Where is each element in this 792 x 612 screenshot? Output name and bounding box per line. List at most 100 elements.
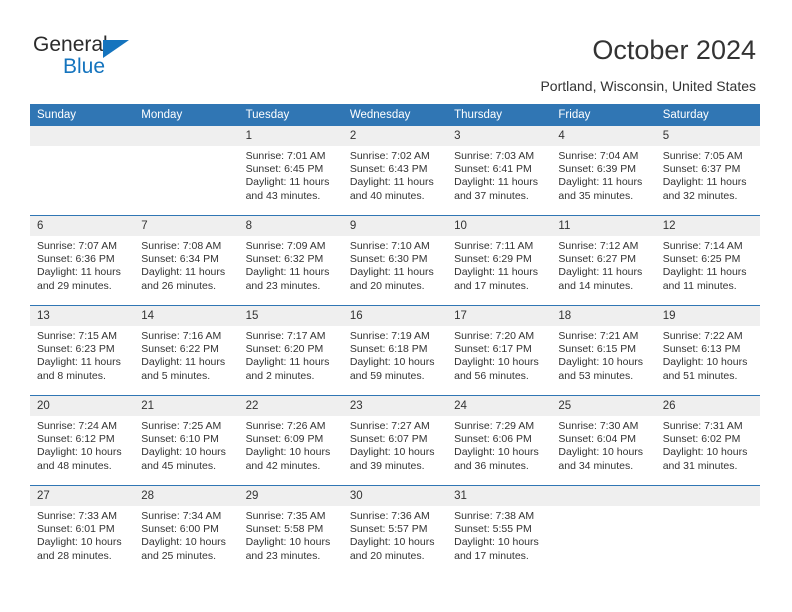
calendar-day-cell[interactable]: 19 Sunrise: 7:22 AM Sunset: 6:13 PM Dayligh… (655, 305, 760, 396)
daylight-duration-line1: Daylight: 10 hours (245, 536, 331, 549)
daylight-duration-line2: and 40 minutes. (349, 189, 425, 202)
calendar-day-cell[interactable]: 15 Sunrise: 7:17 AM Sunset: 6:20 PM Dayligh… (238, 305, 343, 396)
calendar-day-cell[interactable]: 13 Sunrise: 7:15 AM Sunset: 6:23 PM Dayligh… (30, 305, 135, 396)
calendar-day-cell[interactable]: 18 Sunrise: 7:21 AM Sunset: 6:15 PM Dayligh… (551, 305, 656, 396)
day-details: Sunrise: 7:19 AM Sunset: 6:18 PM Daylight:… (343, 326, 447, 383)
calendar-day-cell-empty (655, 485, 760, 575)
day-number: 13 (30, 306, 135, 326)
sunset-time: Sunset: 6:18 PM (349, 343, 428, 356)
calendar-day-cell[interactable]: 7 Sunrise: 7:08 AM Sunset: 6:34 PM Daylight… (134, 215, 239, 306)
sunrise-time: Sunrise: 7:14 AM (662, 240, 743, 252)
calendar-day-cell[interactable]: 16 Sunrise: 7:19 AM Sunset: 6:18 PM Dayligh… (342, 305, 448, 396)
daylight-duration-line1: Daylight: 11 hours (558, 176, 643, 189)
calendar-day-cell[interactable]: 5 Sunrise: 7:05 AM Sunset: 6:37 PM Daylight… (655, 126, 760, 216)
calendar-day-cell[interactable]: 3 Sunrise: 7:03 AM Sunset: 6:41 PM Daylight… (447, 126, 552, 216)
daylight-duration-line2: and 28 minutes. (37, 549, 112, 562)
calendar-day-cell[interactable]: 31 Sunrise: 7:38 AM Sunset: 5:55 PM Dayligh… (447, 485, 552, 575)
calendar-day-cell[interactable]: 27 Sunrise: 7:33 AM Sunset: 6:01 PM Dayligh… (30, 485, 135, 575)
day-details: Sunrise: 7:26 AM Sunset: 6:09 PM Daylight:… (239, 416, 343, 473)
day-number: 8 (238, 216, 343, 236)
day-details: Sunrise: 7:10 AM Sunset: 6:30 PM Daylight:… (343, 236, 447, 293)
day-details: Sunrise: 7:22 AM Sunset: 6:13 PM Daylight:… (656, 326, 760, 383)
sunrise-time: Sunrise: 7:29 AM (454, 420, 535, 432)
sunrise-time: Sunrise: 7:11 AM (454, 240, 534, 252)
calendar-day-cell[interactable]: 6 Sunrise: 7:07 AM Sunset: 6:36 PM Daylight… (30, 215, 135, 306)
sunset-time: Sunset: 6:27 PM (558, 253, 637, 266)
daylight-duration-line2: and 8 minutes. (37, 369, 106, 382)
daylight-duration-line1: Daylight: 11 hours (454, 176, 538, 189)
calendar-day-cell[interactable]: 11 Sunrise: 7:12 AM Sunset: 6:27 PM Dayligh… (551, 215, 656, 306)
daylight-duration-line2: and 32 minutes. (662, 189, 738, 202)
logo-triangle-icon (103, 40, 129, 58)
calendar-day-cell-empty (30, 126, 135, 216)
day-number: 21 (134, 396, 239, 416)
sunrise-time: Sunrise: 7:04 AM (558, 150, 639, 162)
sunrise-time: Sunrise: 7:34 AM (141, 510, 222, 522)
daylight-duration-line1: Daylight: 10 hours (662, 446, 748, 459)
sunrise-time: Sunrise: 7:09 AM (245, 240, 326, 252)
sunset-time: Sunset: 6:32 PM (245, 253, 324, 266)
daylight-duration-line1: Daylight: 10 hours (349, 356, 435, 369)
logo-text-blue: Blue (63, 55, 106, 78)
calendar-day-cell[interactable]: 8 Sunrise: 7:09 AM Sunset: 6:32 PM Daylight… (238, 215, 343, 306)
calendar-day-cell[interactable]: 10 Sunrise: 7:11 AM Sunset: 6:29 PM Dayligh… (447, 215, 552, 306)
daylight-duration-line2: and 53 minutes. (558, 369, 634, 382)
daylight-duration-line2: and 42 minutes. (245, 459, 321, 472)
sunrise-time: Sunrise: 7:33 AM (37, 510, 117, 522)
sunrise-time: Sunrise: 7:02 AM (349, 150, 430, 162)
calendar-day-cell[interactable]: 12 Sunrise: 7:14 AM Sunset: 6:25 PM Dayligh… (655, 215, 760, 306)
day-number: 25 (551, 396, 656, 416)
day-number: 31 (447, 486, 552, 506)
calendar-day-cell[interactable]: 29 Sunrise: 7:35 AM Sunset: 5:58 PM Dayligh… (238, 485, 343, 575)
sunrise-time: Sunrise: 7:05 AM (662, 150, 743, 162)
calendar-day-cell[interactable]: 17 Sunrise: 7:20 AM Sunset: 6:17 PM Dayligh… (447, 305, 552, 396)
weekday-header-tuesday: Tuesday (238, 104, 343, 126)
daylight-duration-line1: Daylight: 11 hours (558, 266, 643, 279)
calendar-week-row: 13 Sunrise: 7:15 AM Sunset: 6:23 PM Dayligh… (30, 305, 760, 396)
day-details: Sunrise: 7:09 AM Sunset: 6:32 PM Daylight:… (239, 236, 343, 293)
sunset-time: Sunset: 6:04 PM (558, 433, 637, 446)
calendar-week-row: 6 Sunrise: 7:07 AM Sunset: 6:36 PM Daylight… (30, 215, 760, 306)
daylight-duration-line2: and 14 minutes. (558, 279, 634, 292)
sunset-time: Sunset: 6:06 PM (454, 433, 532, 446)
calendar-day-cell[interactable]: 23 Sunrise: 7:27 AM Sunset: 6:07 PM Dayligh… (342, 395, 448, 486)
daylight-duration-line2: and 43 minutes. (245, 189, 321, 202)
day-number: 7 (134, 216, 239, 236)
calendar-day-cell[interactable]: 2 Sunrise: 7:02 AM Sunset: 6:43 PM Daylight… (342, 126, 448, 216)
day-number: 28 (134, 486, 239, 506)
daylight-duration-line2: and 29 minutes. (37, 279, 112, 292)
calendar-day-cell[interactable]: 22 Sunrise: 7:26 AM Sunset: 6:09 PM Dayligh… (238, 395, 343, 486)
day-details: Sunrise: 7:04 AM Sunset: 6:39 PM Daylight:… (551, 146, 655, 203)
day-details: Sunrise: 7:20 AM Sunset: 6:17 PM Daylight:… (447, 326, 551, 383)
daylight-duration-line1: Daylight: 11 hours (141, 266, 226, 279)
day-number: 27 (30, 486, 135, 506)
sunset-time: Sunset: 6:10 PM (141, 433, 219, 446)
daylight-duration-line1: Daylight: 10 hours (349, 446, 435, 459)
sunset-time: Sunset: 6:25 PM (662, 253, 741, 266)
general-blue-logo[interactable]: General Blue (33, 33, 213, 85)
calendar-day-cell[interactable]: 24 Sunrise: 7:29 AM Sunset: 6:06 PM Dayligh… (447, 395, 552, 486)
daylight-duration-line1: Daylight: 10 hours (454, 536, 539, 549)
daylight-duration-line2: and 23 minutes. (245, 279, 321, 292)
day-number: 30 (342, 486, 448, 506)
calendar-day-cell[interactable]: 26 Sunrise: 7:31 AM Sunset: 6:02 PM Dayligh… (655, 395, 760, 486)
day-details: Sunrise: 7:31 AM Sunset: 6:02 PM Daylight:… (656, 416, 760, 473)
calendar-day-cell[interactable]: 9 Sunrise: 7:10 AM Sunset: 6:30 PM Daylight… (342, 215, 448, 306)
sunrise-time: Sunrise: 7:24 AM (37, 420, 117, 432)
calendar-day-cell[interactable]: 28 Sunrise: 7:34 AM Sunset: 6:00 PM Dayligh… (134, 485, 239, 575)
calendar-day-cell[interactable]: 21 Sunrise: 7:25 AM Sunset: 6:10 PM Dayligh… (134, 395, 239, 486)
day-number: 29 (238, 486, 343, 506)
calendar-day-cell[interactable]: 14 Sunrise: 7:16 AM Sunset: 6:22 PM Dayligh… (134, 305, 239, 396)
calendar-day-cell[interactable]: 30 Sunrise: 7:36 AM Sunset: 5:57 PM Dayligh… (342, 485, 448, 575)
day-details: Sunrise: 7:38 AM Sunset: 5:55 PM Daylight:… (447, 506, 551, 563)
calendar-day-cell[interactable]: 20 Sunrise: 7:24 AM Sunset: 6:12 PM Dayligh… (30, 395, 135, 486)
daylight-duration-line2: and 39 minutes. (349, 459, 425, 472)
sunrise-time: Sunrise: 7:27 AM (349, 420, 430, 432)
daylight-duration-line2: and 36 minutes. (454, 459, 529, 472)
day-number: 10 (447, 216, 552, 236)
calendar-day-cell[interactable]: 4 Sunrise: 7:04 AM Sunset: 6:39 PM Daylight… (551, 126, 656, 216)
sunrise-time: Sunrise: 7:35 AM (245, 510, 326, 522)
daylight-duration-line1: Daylight: 10 hours (141, 446, 226, 459)
calendar-day-cell[interactable]: 25 Sunrise: 7:30 AM Sunset: 6:04 PM Dayligh… (551, 395, 656, 486)
calendar-day-cell[interactable]: 1 Sunrise: 7:01 AM Sunset: 6:45 PM Daylight… (238, 126, 343, 216)
